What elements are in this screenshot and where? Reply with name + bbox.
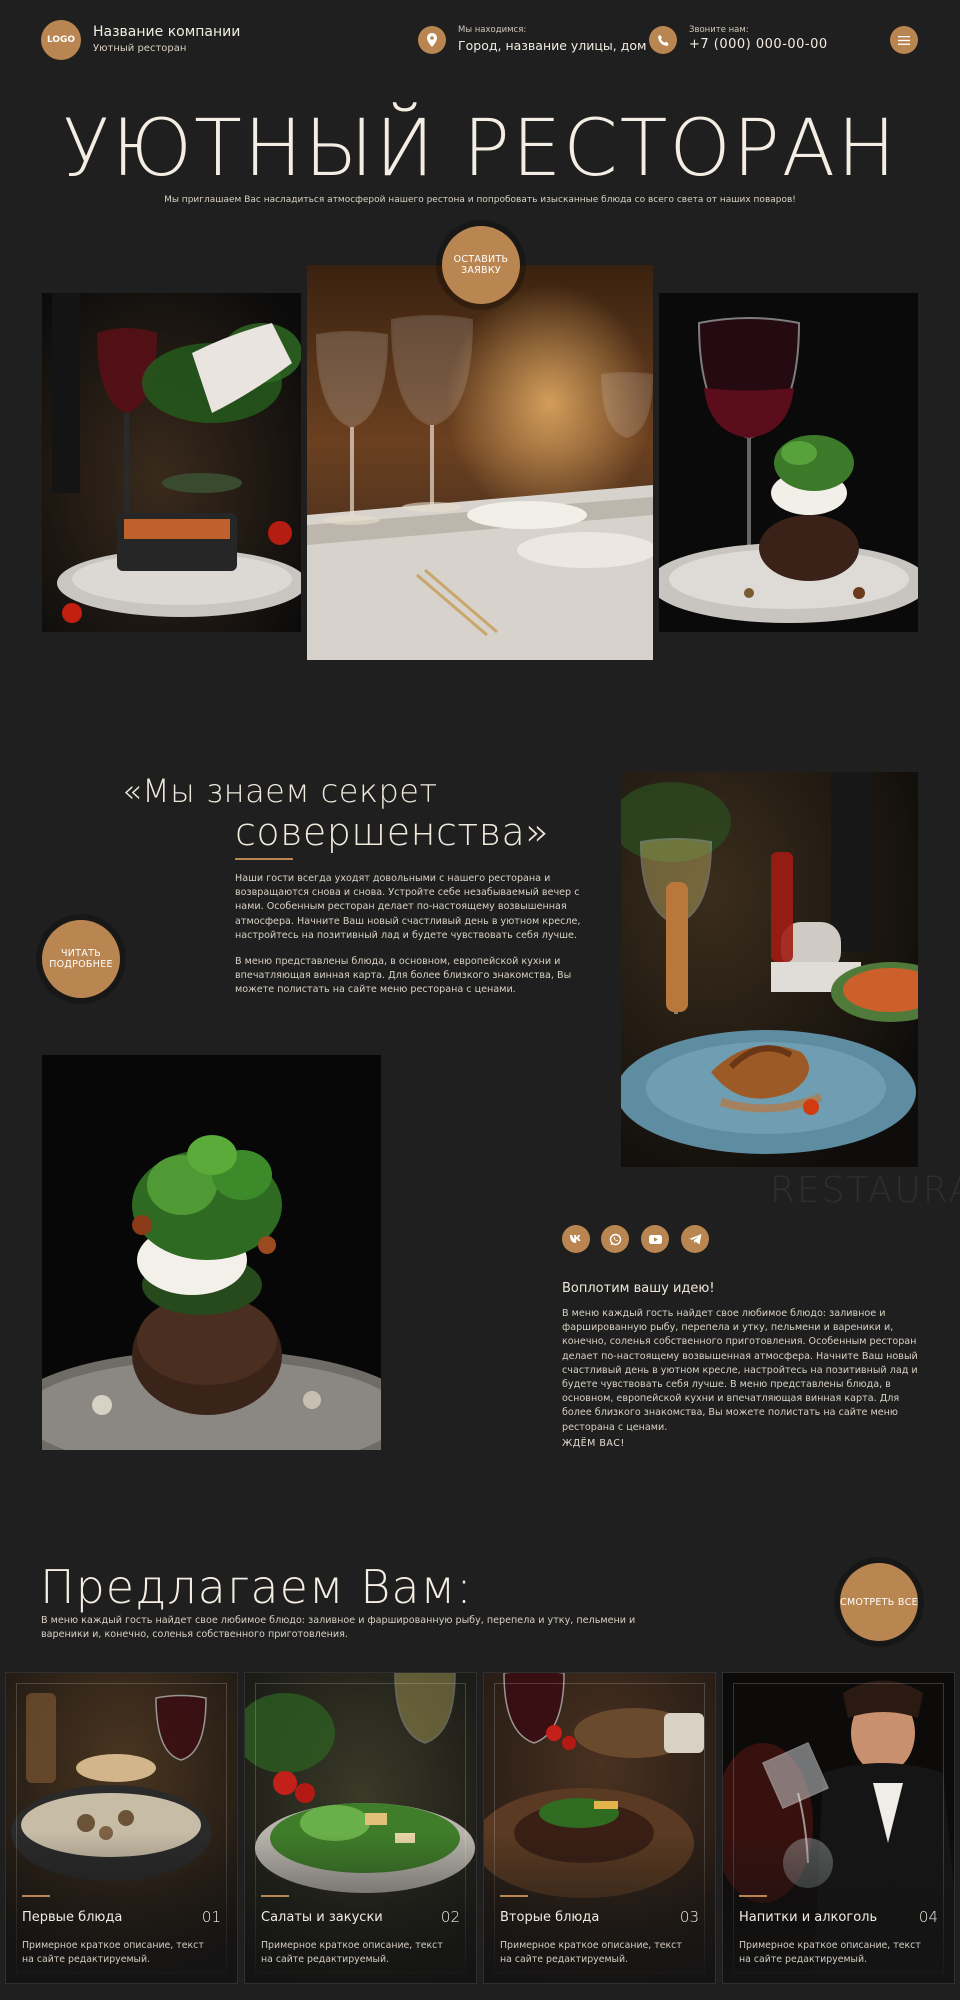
offer-card-1[interactable]: Первые блюда 01 Примерное краткое описан… (5, 1672, 238, 1984)
phone-label: Звоните нам: (689, 25, 749, 35)
offer-card-1-desc: Примерное краткое описание, текст на сай… (22, 1940, 204, 1965)
hero-photo-center (307, 265, 653, 660)
about-photo-right (621, 772, 918, 1167)
offers-text: В меню каждый гость найдет свое любимое … (41, 1615, 636, 1640)
request-button[interactable]: ОСТАВИТЬ ЗАЯВКУ (442, 226, 520, 304)
about-photo-left (42, 1055, 381, 1450)
offer-card-1-bar (22, 1895, 50, 1897)
story-wait: ЖДЁМ ВАС! (562, 1438, 625, 1449)
offer-card-3-name: Вторые блюда (500, 1910, 600, 1925)
offer-card-4-bar (739, 1895, 767, 1897)
offer-card-4[interactable]: Напитки и алкоголь 04 Примерное краткое … (722, 1672, 955, 1984)
offer-card-4-desc: Примерное краткое описание, текст на сай… (739, 1940, 921, 1965)
location-value: Город, название улицы, дом (458, 38, 647, 53)
location-pin-icon (418, 26, 446, 54)
quote-line-2: совершенства» (235, 810, 550, 854)
offer-card-3[interactable]: Вторые блюда 03 Примерное краткое описан… (483, 1672, 716, 1984)
company-name: Название компании (93, 24, 241, 40)
offer-card-4-name: Напитки и алкоголь (739, 1910, 878, 1925)
see-all-button[interactable]: СМОТРЕТЬ ВСЕ (840, 1563, 918, 1641)
company-subtitle: Уютный ресторан (93, 43, 187, 54)
phone-link[interactable]: +7 (000) 000-00-00 (689, 37, 828, 52)
restaurant-watermark: RESTAURANT (770, 1170, 960, 1211)
offer-card-2-desc: Примерное краткое описание, текст на сай… (261, 1940, 443, 1965)
offer-card-2-number: 02 (440, 1908, 460, 1926)
whatsapp-icon[interactable] (601, 1225, 629, 1253)
telegram-icon[interactable] (681, 1225, 709, 1253)
offer-card-3-bar (500, 1895, 528, 1897)
menu-hamburger-icon[interactable] (890, 26, 918, 54)
offers-title: Предлагаем Вам: (40, 1560, 473, 1614)
hero-subtitle: Мы приглашаем Вас насладиться атмосферой… (164, 195, 796, 205)
offer-card-2-bar (261, 1895, 289, 1897)
story-text: В меню каждый гость найдет свое любимое … (562, 1308, 918, 1433)
hero-photo-left (42, 293, 301, 632)
offer-card-1-number: 01 (201, 1908, 221, 1926)
quote-line-1: «Мы знаем секрет (122, 772, 438, 810)
hero-photo-right (659, 293, 918, 632)
story-title: Воплотим вашу идею! (562, 1281, 715, 1296)
vk-icon[interactable] (562, 1225, 590, 1253)
offer-card-2-name: Салаты и закуски (261, 1910, 383, 1925)
about-paragraph-2: В меню представлены блюда, в основном, е… (235, 956, 572, 996)
offer-card-2[interactable]: Салаты и закуски 02 Примерное краткое оп… (244, 1672, 477, 1984)
about-paragraph-1: Наши гости всегда уходят довольными с на… (235, 873, 581, 941)
phone-icon (649, 26, 677, 54)
location-label: Мы находимся: (458, 25, 527, 35)
offer-card-1-name: Первые блюда (22, 1910, 123, 1925)
offer-card-4-number: 04 (918, 1908, 938, 1926)
read-more-button[interactable]: ЧИТАТЬ ПОДРОБНЕЕ (42, 920, 120, 998)
quote-underline (235, 858, 293, 860)
offer-card-3-number: 03 (679, 1908, 699, 1926)
offer-card-3-desc: Примерное краткое описание, текст на сай… (500, 1940, 682, 1965)
youtube-icon[interactable] (641, 1225, 669, 1253)
logo[interactable]: LOGO (41, 20, 81, 60)
hero-title: УЮТНЫЙ РЕСТОРАН (62, 104, 898, 194)
